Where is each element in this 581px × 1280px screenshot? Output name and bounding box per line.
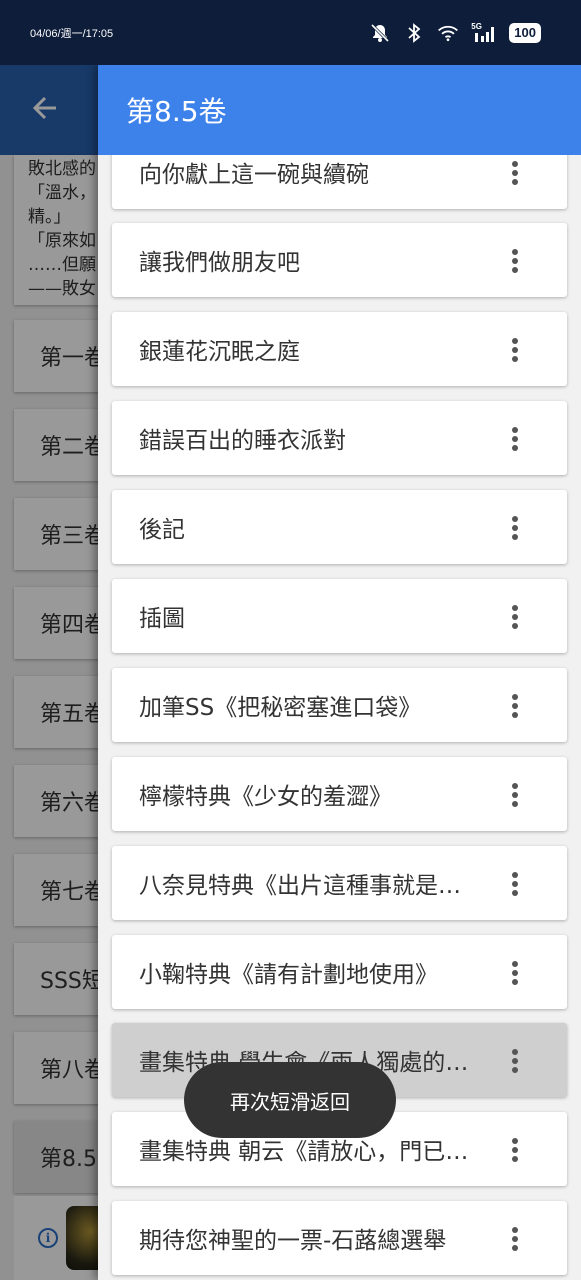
more-vert-icon[interactable]: [503, 605, 527, 629]
bluetooth-icon: [403, 22, 425, 44]
chapter-label: 期待您神聖的一票-石蕗總選舉: [139, 1228, 447, 1254]
chapter-label: 向你獻上這一碗與續碗: [139, 162, 369, 188]
drawer-title: 第8.5卷: [126, 95, 227, 128]
chapter-item[interactable]: 錯誤百出的睡衣派對: [112, 401, 567, 475]
status-icons: 5G 100: [369, 22, 541, 44]
more-vert-icon[interactable]: [503, 872, 527, 896]
more-vert-icon[interactable]: [503, 783, 527, 807]
more-vert-icon[interactable]: [503, 1138, 527, 1162]
more-vert-icon[interactable]: [503, 338, 527, 362]
more-vert-icon[interactable]: [503, 694, 527, 718]
chapter-item[interactable]: 插圖: [112, 579, 567, 653]
toast-text: 再次短滑返回: [230, 1089, 350, 1114]
chapter-item[interactable]: 檸檬特典《少女的羞澀》: [112, 757, 567, 831]
more-vert-icon[interactable]: [503, 249, 527, 273]
chapter-label: 後記: [139, 517, 185, 543]
chapter-label: 錯誤百出的睡衣派對: [139, 428, 346, 454]
chapter-item[interactable]: 期待您神聖的一票-石蕗總選舉: [112, 1201, 567, 1275]
chapter-label: 檸檬特典《少女的羞澀》: [139, 784, 392, 810]
chapter-item[interactable]: 後記: [112, 490, 567, 564]
more-vert-icon[interactable]: [503, 516, 527, 540]
drawer-header: 第8.5卷: [98, 65, 581, 155]
chapter-label: 讓我們做朋友吧: [139, 250, 300, 276]
status-time: 04/06/週一/17:05: [30, 27, 114, 40]
status-bar: 04/06/週一/17:05 5G 100: [0, 0, 581, 65]
more-vert-icon[interactable]: [503, 161, 527, 185]
more-vert-icon[interactable]: [503, 961, 527, 985]
chapter-item[interactable]: 加筆SS《把秘密塞進口袋》: [112, 668, 567, 742]
chapter-label: 小鞠特典《請有計劃地使用》: [139, 962, 438, 988]
signal-5g-label: 5G: [471, 21, 482, 31]
mute-bell-icon: [369, 22, 391, 44]
signal-icon: 5G: [471, 22, 497, 44]
battery-icon: 100: [509, 22, 541, 43]
chapter-item[interactable]: 銀蓮花沉眠之庭: [112, 312, 567, 386]
chapter-label: 插圖: [139, 606, 185, 632]
more-vert-icon[interactable]: [503, 1227, 527, 1251]
toast-message: 再次短滑返回: [184, 1062, 396, 1138]
more-vert-icon[interactable]: [503, 1049, 527, 1073]
battery-level: 100: [514, 25, 536, 40]
chapter-label: 八奈見特典《出片這種事就是靠數量取勝: [139, 873, 479, 899]
chapter-item[interactable]: 八奈見特典《出片這種事就是靠數量取勝: [112, 846, 567, 920]
chapter-item[interactable]: 小鞠特典《請有計劃地使用》: [112, 935, 567, 1009]
chapter-label: 加筆SS《把秘密塞進口袋》: [139, 695, 422, 721]
chapter-label: 銀蓮花沉眠之庭: [139, 339, 300, 365]
more-vert-icon[interactable]: [503, 427, 527, 451]
chapter-item[interactable]: 讓我們做朋友吧: [112, 223, 567, 297]
wifi-icon: [437, 22, 459, 44]
